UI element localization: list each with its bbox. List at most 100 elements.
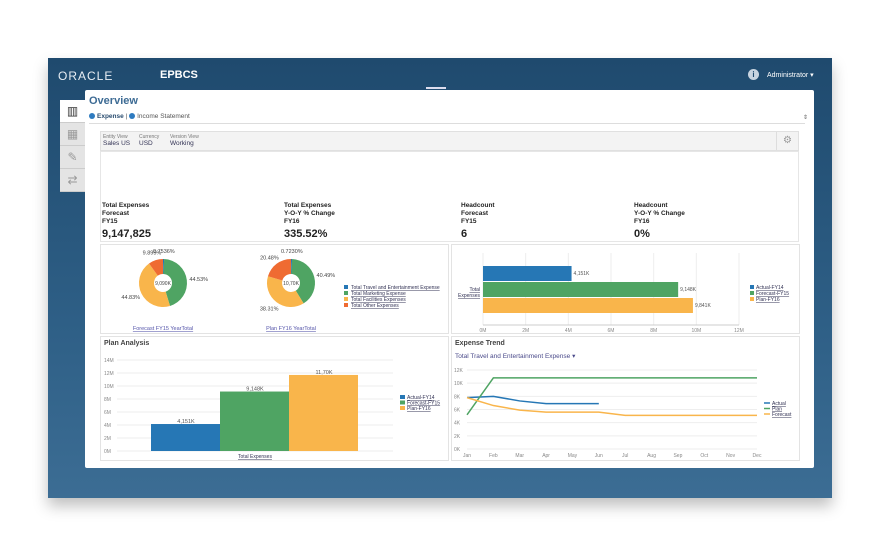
- expense-selector[interactable]: Total Travel and Entertainment Expense ▾: [455, 352, 575, 360]
- x-tick-label: Jan: [463, 453, 471, 459]
- legend-swatch: [400, 400, 405, 405]
- tab-expense[interactable]: Expense: [97, 113, 124, 120]
- kpi-headcount-change: Headcount Y-O-Y % Change FY16 0%: [634, 202, 685, 240]
- y-tick-label: 6M: [104, 410, 111, 416]
- pie-title[interactable]: Plan FY16 YearTotal: [266, 326, 316, 332]
- tab-income-statement[interactable]: Income Statement: [137, 113, 190, 120]
- kpi-headcount-forecast: Headcount Forecast FY15 6: [461, 202, 495, 240]
- y-tick-label: 10M: [104, 384, 114, 390]
- bar-data-label: 4,151K: [574, 271, 591, 277]
- app-window: ORACLE EPBCS i Administrator ▾ ▥ ▦ ✎ ⇄ O…: [48, 58, 832, 498]
- dashboard-icon: [129, 113, 136, 119]
- y-tick-label: 2K: [454, 434, 461, 440]
- x-tick-label: Feb: [489, 453, 498, 459]
- category-label[interactable]: Total Expenses: [238, 454, 272, 460]
- scroll-arrows[interactable]: ⇕: [803, 114, 808, 121]
- x-tick-label: May: [568, 453, 578, 459]
- page-title: Overview: [89, 95, 138, 107]
- pov-entity[interactable]: Entity View Sales US: [103, 134, 130, 147]
- pie-data-label: 9.895%: [143, 251, 162, 257]
- legend-swatch: [344, 291, 348, 295]
- x-tick-label: 0M: [480, 328, 487, 334]
- legend-swatch: [344, 285, 348, 289]
- bar-data-label: 9,148K: [246, 387, 264, 393]
- x-tick-label: Jul: [622, 453, 628, 459]
- bar-data-label: 9,148K: [680, 287, 697, 293]
- y-tick-label: 8K: [454, 394, 461, 400]
- legend-swatch: [400, 395, 405, 399]
- legend-item[interactable]: Forecast: [772, 412, 792, 418]
- pov-version[interactable]: Version View Working: [170, 134, 199, 147]
- legend-swatch: [750, 291, 754, 295]
- x-tick-label: 6M: [608, 328, 615, 334]
- pov-bar: Entity View Sales US Currency USD Version …: [100, 131, 799, 151]
- series-line[interactable]: [466, 395, 599, 405]
- pie-center-label: 9,090K: [155, 281, 172, 287]
- bar[interactable]: [151, 424, 220, 451]
- pie-data-label: 38.31%: [260, 306, 279, 312]
- y-tick-label: 6K: [454, 408, 461, 414]
- y-tick-label: 4K: [454, 421, 461, 427]
- pie-data-label: 44.83%: [121, 295, 140, 301]
- pie-slice[interactable]: [267, 259, 291, 281]
- x-tick-label: Apr: [542, 453, 550, 459]
- nav-indicator: [426, 87, 446, 89]
- y-tick-label: 12K: [454, 368, 464, 374]
- pen-icon[interactable]: ✎: [60, 146, 85, 169]
- legend-item[interactable]: Plan-FY16: [407, 406, 431, 412]
- user-menu[interactable]: Administrator ▾: [767, 71, 814, 79]
- legend-swatch: [344, 297, 348, 301]
- plan-analysis-title: Plan Analysis: [104, 340, 150, 347]
- x-tick-label: Nov: [726, 453, 735, 459]
- kpi-total-expenses-forecast: Total Expenses Forecast FY15 9,147,825: [102, 202, 151, 240]
- oracle-logo: ORACLE: [58, 69, 114, 83]
- x-tick-label: 10M: [691, 328, 701, 334]
- x-tick-label: Aug: [647, 453, 656, 459]
- legend-swatch: [750, 285, 754, 289]
- kpi-tiles: Total Expenses Forecast FY15 9,147,825 Tota…: [100, 151, 799, 242]
- legend-swatch: [400, 406, 405, 410]
- pov-currency[interactable]: Currency USD: [139, 134, 159, 147]
- gear-icon[interactable]: ⚙: [776, 132, 798, 150]
- separator: |: [125, 113, 128, 120]
- x-tick-label: Sep: [673, 453, 682, 459]
- bar-data-label: 11,70K: [315, 370, 332, 376]
- chevron-down-icon: ▾: [572, 353, 576, 360]
- vertical-tabs: ▥ ▦ ✎ ⇄: [60, 100, 86, 192]
- x-tick-label: Oct: [700, 453, 708, 459]
- y-tick-label: 14M: [104, 358, 114, 364]
- legend-swatch: [344, 303, 348, 307]
- bar[interactable]: [483, 298, 693, 313]
- bar[interactable]: [289, 374, 358, 451]
- pie-data-label: 44.53%: [189, 277, 208, 283]
- info-icon[interactable]: i: [748, 69, 759, 80]
- pie-center-label: 10,70K: [283, 281, 300, 287]
- category-label[interactable]: Expenses: [458, 293, 480, 299]
- hbar-chart-panel: 0M 2M 4M 6M 8M 10M 12M 4,151K Actual-FY14 9,148K F…: [451, 244, 800, 334]
- overview-panel: Overview Expense | Income Statement ⇕ En…: [85, 90, 814, 468]
- x-tick-label: 2M: [522, 328, 529, 334]
- kpi-total-expenses-change: Total Expenses Y-O-Y % Change FY16 335.52%: [284, 202, 335, 240]
- y-tick-label: 0K: [454, 447, 461, 453]
- legend-swatch: [750, 297, 754, 301]
- pie-data-label: 0.7230%: [281, 249, 303, 255]
- legend-item[interactable]: Total Other Expenses: [351, 303, 399, 309]
- bar[interactable]: [483, 266, 572, 281]
- series-line[interactable]: [466, 396, 757, 417]
- bar[interactable]: [483, 282, 679, 297]
- share-icon[interactable]: ⇄: [60, 169, 85, 192]
- expense-trend-title: Expense Trend: [455, 340, 505, 347]
- bar[interactable]: [220, 391, 289, 451]
- x-tick-label: Jun: [595, 453, 603, 459]
- chart-icon[interactable]: ▥: [60, 100, 85, 123]
- divider: [89, 123, 805, 124]
- pie-data-label: 20.48%: [260, 255, 279, 261]
- y-tick-label: 12M: [104, 371, 114, 377]
- y-tick-label: 4M: [104, 423, 111, 429]
- x-tick-label: Mar: [515, 453, 524, 459]
- expense-trend-panel: Expense Trend Total Travel and Entertain…: [451, 336, 800, 461]
- y-tick-label: 2M: [104, 436, 111, 442]
- pie-title[interactable]: Forecast FY15 YearTotal: [133, 326, 193, 332]
- legend-item[interactable]: Plan-FY16: [756, 297, 780, 303]
- table-icon[interactable]: ▦: [60, 123, 85, 146]
